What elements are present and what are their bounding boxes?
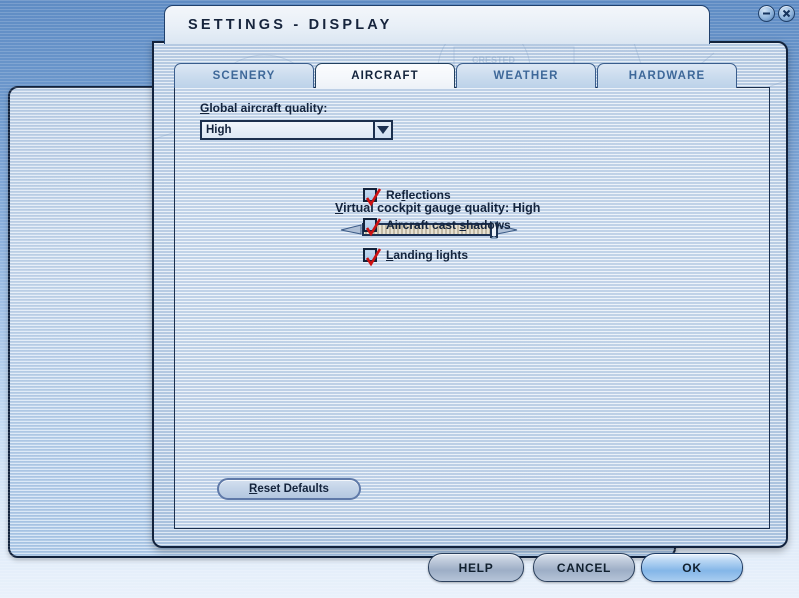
checkbox-box[interactable] [363, 218, 377, 232]
check-icon [363, 186, 383, 208]
accel-letter: G [200, 101, 209, 115]
chevron-down-icon[interactable] [373, 122, 391, 138]
accel-letter: V [335, 201, 343, 215]
tab-hardware-label: HARDWARE [629, 70, 706, 82]
check-icon [363, 246, 383, 268]
global-aircraft-quality-label: Global aircraft quality: [200, 101, 327, 115]
global-aircraft-quality-dropdown[interactable]: High [200, 120, 393, 140]
checkbox-box[interactable] [363, 248, 377, 262]
tab-scenery-label: SCENERY [213, 70, 276, 82]
minimize-icon [759, 6, 774, 21]
cancel-button-label: CANCEL [557, 561, 611, 575]
page-title: SETTINGS - DISPLAY [188, 17, 393, 33]
global-aircraft-quality-value: High [202, 122, 373, 138]
tab-aircraft[interactable]: AIRCRAFT [315, 63, 455, 88]
checkbox-reflections-label: Reflections [386, 188, 451, 202]
tab-scenery[interactable]: SCENERY [174, 63, 314, 88]
window-controls [758, 5, 795, 22]
settings-display-dialog: SETTINGS - DISPLAY CRESTED N5214 W9326 [152, 5, 788, 548]
cancel-button[interactable]: CANCEL [533, 553, 635, 582]
desktop-background: SETTINGS - DISPLAY CRESTED N5214 W9326 [0, 0, 799, 598]
aircraft-settings-panel: Global aircraft quality: High Virtual co… [174, 87, 770, 529]
ok-button-label: OK [682, 561, 701, 575]
reset-defaults-button[interactable]: Reset Defaults [217, 478, 361, 500]
close-icon [779, 6, 794, 21]
tab-aircraft-label: AIRCRAFT [351, 70, 419, 82]
help-button-label: HELP [459, 561, 494, 575]
tab-weather[interactable]: WEATHER [456, 63, 596, 88]
label-rest: lobal aircraft quality: [209, 101, 327, 115]
tab-weather-label: WEATHER [494, 70, 559, 82]
check-icon [363, 216, 383, 238]
checkbox-aircraft-cast-shadows[interactable]: Aircraft cast shadows [363, 218, 511, 232]
close-button[interactable] [778, 5, 795, 22]
ok-button[interactable]: OK [641, 553, 743, 582]
minimize-button[interactable] [758, 5, 775, 22]
tab-hardware[interactable]: HARDWARE [597, 63, 737, 88]
reset-defaults-label: Reset Defaults [249, 483, 329, 495]
tab-strip: SCENERY AIRCRAFT WEATHER HARDWARE [174, 63, 738, 88]
checkbox-landing-lights[interactable]: Landing lights [363, 248, 468, 262]
checkbox-reflections[interactable]: Reflections [363, 188, 451, 202]
dialog-titlebar: SETTINGS - DISPLAY [164, 5, 710, 44]
help-button[interactable]: HELP [428, 553, 524, 582]
checkbox-aircraft-cast-shadows-label: Aircraft cast shadows [386, 218, 511, 232]
dialog-body: CRESTED N5214 W9326 DELTA SCENERY AIRCRA… [152, 41, 788, 548]
checkbox-box[interactable] [363, 188, 377, 202]
checkbox-landing-lights-label: Landing lights [386, 248, 468, 262]
